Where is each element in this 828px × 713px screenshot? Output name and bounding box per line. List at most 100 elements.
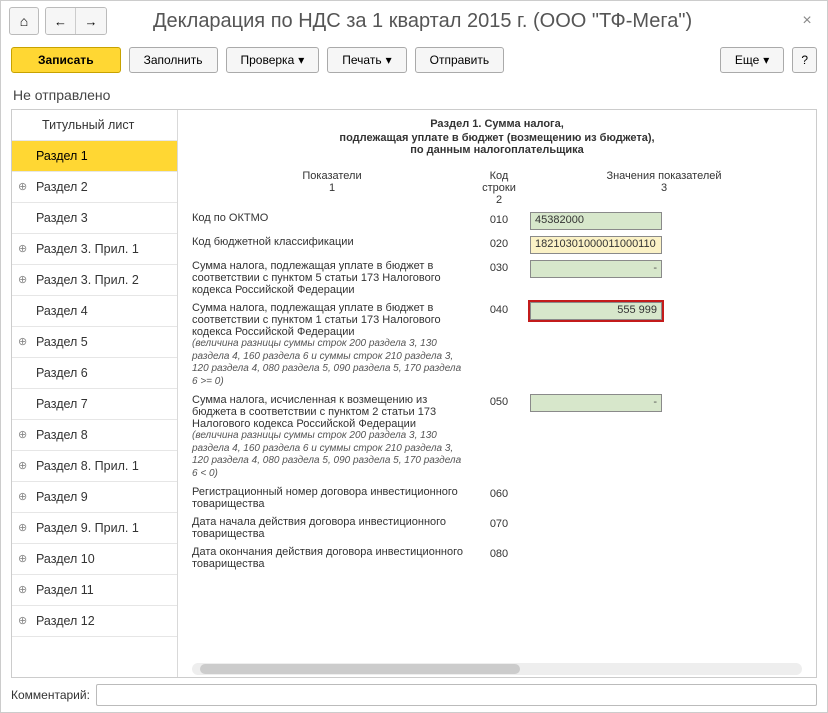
col3-num: 3 [526,182,802,194]
row-040-code: 040 [472,302,526,316]
section-sub2: по данным налогоплательщика [192,144,802,156]
home-button[interactable]: ⌂ [9,7,39,35]
sidebar-item-5[interactable]: ⊕ Раздел 3. Прил. 2 [12,265,177,296]
forward-button[interactable]: → [76,8,106,34]
chevron-down-icon: ▾ [386,53,392,67]
row-040-value[interactable]: 555 999 [530,302,662,320]
row-060-code: 060 [472,486,526,500]
row-080: Дата окончания действия договора инвести… [192,546,802,570]
row-050: Сумма налога, исчисленная к возмещению и… [192,394,802,480]
save-button[interactable]: Записать [11,47,121,73]
help-button[interactable]: ? [792,47,817,73]
horizontal-scrollbar[interactable] [192,663,802,675]
chevron-down-icon: ▾ [763,53,769,67]
nav-group: ← → [45,7,107,35]
row-050-code: 050 [472,394,526,408]
sidebar-item-9[interactable]: Раздел 7 [12,389,177,420]
row-030: Сумма налога, подлежащая уплате в бюджет… [192,260,802,296]
sidebar-item-16[interactable]: ⊕ Раздел 12 [12,606,177,637]
row-080-label: Дата окончания действия договора инвести… [192,546,472,570]
expand-icon[interactable]: ⊕ [18,552,27,565]
toolbar: Записать Заполнить Проверка ▾ Печать ▾ О… [1,41,827,83]
row-070-label: Дата начала действия договора инвестицио… [192,516,472,540]
sidebar-item-14[interactable]: ⊕Раздел 10 [12,544,177,575]
section-sub1: подлежащая уплате в бюджет (возмещению и… [192,132,802,144]
close-icon: × [802,12,811,29]
sidebar-item-13[interactable]: ⊕ Раздел 9. Прил. 1 [12,513,177,544]
sidebar: Титульный листРаздел 1⊕Раздел 2Раздел 3⊕… [12,110,178,677]
sidebar-item-label: Раздел 1 [36,149,88,163]
sidebar-item-3[interactable]: Раздел 3 [12,203,177,234]
sidebar-item-15[interactable]: ⊕ Раздел 11 [12,575,177,606]
sidebar-item-11[interactable]: ⊕ Раздел 8. Прил. 1 [12,451,177,482]
expand-icon[interactable]: ⊕ [18,583,27,596]
row-030-label: Сумма налога, подлежащая уплате в бюджет… [192,260,472,296]
sidebar-item-7[interactable]: ⊕ Раздел 5 [12,327,177,358]
status-bar: Не отправлено [1,83,827,109]
back-button[interactable]: ← [46,8,76,34]
section-title: Раздел 1. Сумма налога, [192,118,802,130]
col1-num: 1 [192,182,472,194]
row-020-value[interactable]: 18210301000011000110 [530,236,662,254]
sidebar-item-label: Раздел 6 [36,366,88,380]
row-040: Сумма налога, подлежащая уплате в бюджет… [192,302,802,388]
sidebar-item-10[interactable]: ⊕ Раздел 8 [12,420,177,451]
sidebar-item-label: Раздел 12 [36,614,95,628]
row-030-value[interactable] [530,260,662,278]
sidebar-item-8[interactable]: Раздел 6 [12,358,177,389]
sidebar-item-label: Раздел 3. Прил. 2 [36,273,139,287]
expand-icon[interactable]: ⊕ [18,490,27,503]
expand-icon[interactable]: ⊕ [18,521,27,534]
row-020: Код бюджетной классификации 020 18210301… [192,236,802,254]
sidebar-item-label: Раздел 2 [36,180,88,194]
comment-input[interactable] [96,684,817,706]
check-button[interactable]: Проверка ▾ [226,47,320,73]
row-060-label: Регистрационный номер договора инвестици… [192,486,472,510]
sidebar-item-2[interactable]: ⊕ Раздел 2 [12,172,177,203]
row-010-value[interactable]: 45382000 [530,212,662,230]
expand-icon[interactable]: ⊕ [18,180,27,193]
sidebar-item-label: Раздел 7 [36,397,88,411]
sidebar-item-label: Раздел 8. Прил. 1 [36,459,139,473]
sidebar-item-label: Раздел 9. Прил. 1 [36,521,139,535]
sidebar-item-1[interactable]: Раздел 1 [12,141,177,172]
col3-header: Значения показателей [526,170,802,182]
expand-icon[interactable]: ⊕ [18,242,27,255]
col2-num: 2 [472,194,526,206]
comment-label: Комментарий: [11,688,90,702]
sidebar-item-label: Раздел 9 [36,490,88,504]
arrow-left-icon: ← [54,14,67,29]
send-button[interactable]: Отправить [415,47,505,73]
row-080-code: 080 [472,546,526,560]
expand-icon[interactable]: ⊕ [18,614,27,627]
sidebar-item-4[interactable]: ⊕Раздел 3. Прил. 1 [12,234,177,265]
app-window: ⌂ ← → Декларация по НДС за 1 квартал 201… [0,0,828,713]
expand-icon[interactable]: ⊕ [18,273,27,286]
row-020-label: Код бюджетной классификации [192,236,472,248]
sidebar-item-label: Раздел 8 [36,428,88,442]
titlebar: ⌂ ← → Декларация по НДС за 1 квартал 201… [1,1,827,41]
expand-icon[interactable]: ⊕ [18,335,27,348]
sidebar-item-label: Раздел 11 [36,583,94,597]
row-070: Дата начала действия договора инвестицио… [192,516,802,540]
sidebar-item-label: Раздел 5 [36,335,88,349]
expand-icon[interactable]: ⊕ [18,428,27,441]
sidebar-item-6[interactable]: Раздел 4 [12,296,177,327]
home-icon: ⌂ [20,13,28,29]
close-button[interactable]: × [795,9,819,33]
fill-button[interactable]: Заполнить [129,47,218,73]
scrollbar-thumb[interactable] [200,664,520,674]
row-050-value[interactable] [530,394,662,412]
sidebar-item-12[interactable]: ⊕ Раздел 9 [12,482,177,513]
expand-icon[interactable]: ⊕ [18,459,27,472]
row-040-note: (величина разницы суммы строк 200 раздел… [192,338,466,388]
check-label: Проверка [241,53,295,67]
print-button[interactable]: Печать ▾ [327,47,406,73]
more-button[interactable]: Еще ▾ [720,47,784,73]
sidebar-item-0[interactable]: Титульный лист [12,110,177,141]
row-030-code: 030 [472,260,526,274]
col2-header: Код строки [472,170,526,194]
chevron-down-icon: ▾ [298,53,304,67]
row-010-code: 010 [472,212,526,226]
row-060: Регистрационный номер договора инвестици… [192,486,802,510]
